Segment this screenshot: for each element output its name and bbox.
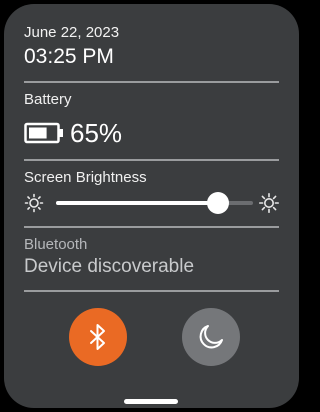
bluetooth-label: Bluetooth	[24, 236, 88, 253]
bluetooth-status: Device discoverable	[24, 256, 195, 277]
brightness-slider-row	[24, 190, 279, 216]
brightness-slider-fill	[56, 201, 218, 205]
bluetooth-toggle-button[interactable]	[69, 308, 127, 366]
sun-high-icon	[259, 193, 279, 213]
brightness-slider[interactable]	[56, 192, 253, 214]
divider	[24, 226, 279, 228]
night-mode-toggle-button[interactable]	[182, 308, 240, 366]
time-text: 03:25 PM	[24, 45, 114, 68]
moon-icon	[199, 325, 223, 349]
battery-percentage: 65%	[70, 118, 123, 148]
quick-settings-panel: June 22, 2023 03:25 PM Battery 65% Scree…	[4, 4, 299, 408]
divider	[24, 290, 279, 292]
battery-label: Battery	[24, 91, 72, 108]
divider	[24, 159, 279, 161]
battery-row: 65%	[24, 116, 279, 150]
brightness-slider-thumb[interactable]	[206, 192, 229, 214]
brightness-label: Screen Brightness	[24, 169, 147, 186]
sun-low-icon	[24, 193, 44, 213]
bluetooth-icon	[90, 324, 105, 350]
date-text: June 22, 2023	[24, 24, 120, 41]
divider	[24, 81, 279, 83]
battery-icon	[24, 122, 63, 144]
home-indicator[interactable]	[124, 399, 178, 404]
